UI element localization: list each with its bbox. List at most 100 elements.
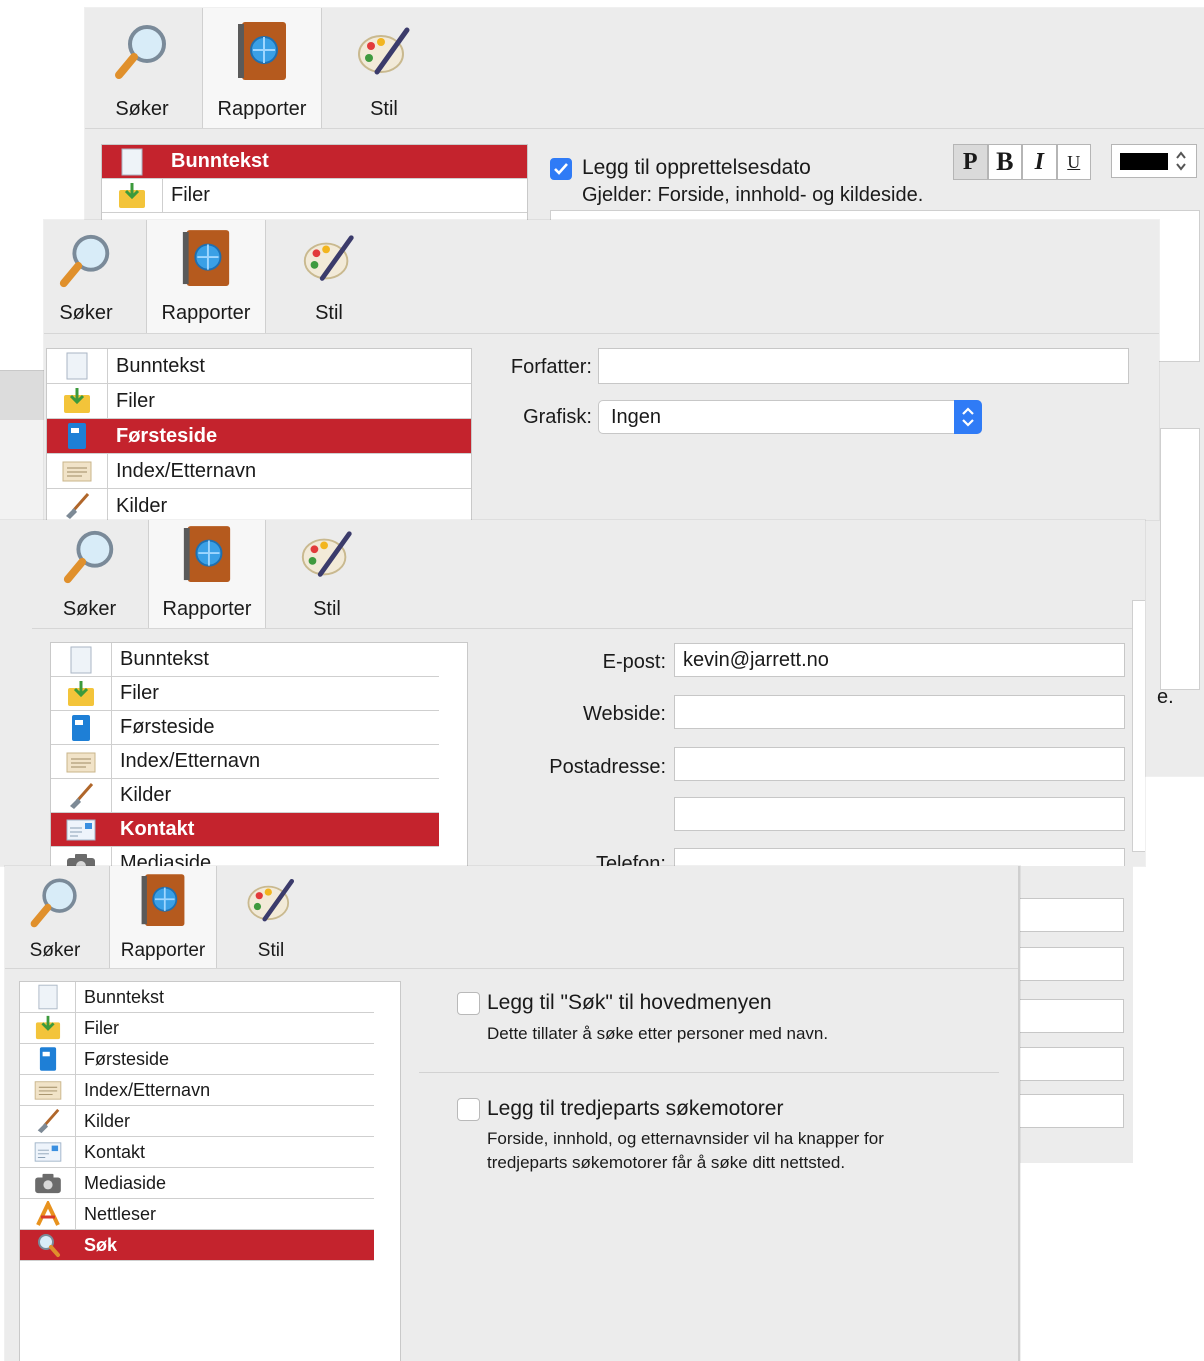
sidebar-item-label: Filer: [171, 184, 210, 206]
sidebar-item-kontakt[interactable]: Kontakt: [20, 1137, 374, 1168]
address-label: Postadresse:: [549, 756, 666, 778]
search-menu-description: Dette tillater å søke etter personer med…: [487, 1024, 829, 1043]
graphic-select[interactable]: Ingen: [598, 400, 982, 434]
toolbar-style-button[interactable]: Stil: [288, 520, 366, 628]
shovel-icon: [70, 782, 94, 809]
graphic-label: Grafisk:: [523, 406, 592, 428]
toolbar-reports-button[interactable]: Rapporter: [146, 220, 266, 333]
toolbar-reports-label: Rapporter: [120, 940, 206, 961]
magnifier-icon: [59, 234, 110, 288]
extra-field-1[interactable]: [1018, 898, 1124, 932]
extra-field-2[interactable]: [1018, 947, 1124, 981]
sidebar-item-sok[interactable]: Søk: [20, 1230, 374, 1261]
footer-text-area-lower[interactable]: [1160, 428, 1200, 690]
sidebar-item-label: Index/Etternavn: [120, 750, 261, 772]
sidebar-item-index[interactable]: Index/Etternavn: [20, 1075, 374, 1106]
camera-icon: [34, 1173, 61, 1194]
search-menu-label: Legg til "Søk" til hovedmenyen: [487, 991, 772, 1014]
toolbar-search-button[interactable]: Søker: [52, 520, 127, 628]
extra-field-5[interactable]: [1018, 1094, 1124, 1128]
toolbar-search-button[interactable]: Søker: [50, 220, 122, 333]
sidebar-item-kilder[interactable]: Kilder: [20, 1106, 374, 1137]
sidebar-item-label: Mediaside: [120, 852, 212, 866]
select-stepper: [954, 400, 982, 434]
toolbar-search-button[interactable]: Søker: [19, 866, 91, 968]
browser-icon: [35, 1201, 60, 1226]
creation-date-label: Legg til opprettelsesdato: [582, 156, 811, 179]
sidebar-item-label: Index/Etternavn: [116, 459, 257, 482]
toolbar-style-button[interactable]: Stil: [235, 866, 307, 968]
toolbar-search-label: Søker: [115, 98, 169, 120]
sidebar-item-forsteside[interactable]: Førsteside: [47, 419, 471, 454]
shovel-icon: [66, 493, 90, 519]
color-picker[interactable]: [1111, 144, 1197, 178]
index-card-icon: [34, 1081, 61, 1100]
sidebar-item-forsteside[interactable]: Førsteside: [51, 711, 439, 745]
sidebar-item-label: Mediaside: [84, 1172, 167, 1193]
report-sidebar-list: Bunntekst Filer Førsteside Index/Etterna…: [46, 348, 472, 520]
website-field[interactable]: [674, 695, 1125, 729]
plain-format-button[interactable]: P: [953, 144, 988, 180]
page-icon: [70, 646, 92, 673]
report-book-icon: [141, 874, 185, 926]
toolbar: Søker Rapporter Stil: [44, 220, 1159, 334]
sidebar-item-forsteside[interactable]: Førsteside: [20, 1044, 374, 1075]
color-swatch: [1120, 153, 1168, 170]
sidebar-item-label: Kilder: [120, 784, 172, 806]
sidebar-item-label: Førsteside: [120, 716, 215, 738]
phone-field[interactable]: [674, 848, 1125, 866]
search-menu-checkbox[interactable]: [457, 992, 480, 1015]
index-card-icon: [66, 752, 96, 772]
sidebar-item-bunntekst[interactable]: Bunntekst: [51, 643, 439, 677]
folder-download-icon: [119, 182, 145, 208]
camera-icon: [67, 853, 95, 866]
sidebar-item-label: Nettleser: [84, 1203, 157, 1224]
sidebar-item-mediaside[interactable]: Mediaside: [20, 1168, 374, 1199]
italic-format-button[interactable]: I: [1022, 144, 1057, 180]
address-field-2[interactable]: [674, 797, 1125, 831]
sidebar-item-filer[interactable]: Filer: [102, 179, 527, 213]
palette-brush-icon: [303, 235, 354, 281]
graphic-select-value: Ingen: [611, 405, 662, 428]
email-label: E-post:: [602, 651, 666, 673]
toolbar-reports-button[interactable]: Rapporter: [202, 8, 322, 128]
report-book-icon: [238, 22, 286, 80]
email-field[interactable]: kevin@jarrett.no: [674, 643, 1125, 677]
sidebar-item-label: Kontakt: [120, 818, 195, 840]
folder-download-icon: [64, 388, 90, 413]
author-field[interactable]: [598, 348, 1129, 384]
sidebar-item-index[interactable]: Index/Etternavn: [51, 745, 439, 779]
palette-brush-icon: [358, 27, 410, 75]
sidebar-item-filer[interactable]: Filer: [47, 384, 471, 419]
sidebar-item-label: Søk: [84, 1234, 118, 1255]
sidebar-item-index[interactable]: Index/Etternavn: [47, 454, 471, 489]
toolbar-search-button[interactable]: Søker: [103, 8, 181, 128]
sidebar-item-kontakt[interactable]: Kontakt: [51, 813, 439, 847]
sidebar-item-nettleser[interactable]: Nettleser: [20, 1199, 374, 1230]
sidebar-item-filer[interactable]: Filer: [51, 677, 439, 711]
toolbar-reports-button[interactable]: Rapporter: [109, 866, 217, 968]
toolbar-search-label: Søker: [62, 598, 117, 620]
magnifier-icon: [115, 25, 166, 79]
sidebar-item-kilder[interactable]: Kilder: [47, 489, 471, 520]
extra-field-3[interactable]: [1018, 999, 1124, 1033]
third-party-checkbox[interactable]: [457, 1098, 480, 1121]
sidebar-item-kilder[interactable]: Kilder: [51, 779, 439, 813]
bold-format-button[interactable]: B: [987, 144, 1022, 180]
sidebar-item-label: Filer: [84, 1017, 119, 1038]
creation-date-checkbox[interactable]: [550, 158, 572, 180]
address-field[interactable]: [674, 747, 1125, 781]
toolbar-style-button[interactable]: Stil: [290, 220, 368, 333]
website-label: Webside:: [582, 703, 666, 725]
report-sidebar-list: Bunntekst Filer Førsteside Index/Etterna…: [19, 981, 401, 1361]
sidebar-item-label: Førsteside: [116, 424, 218, 447]
sidebar-item-mediaside[interactable]: Mediaside: [51, 847, 439, 866]
sidebar-item-bunntekst[interactable]: Bunntekst: [20, 982, 374, 1013]
toolbar-style-button[interactable]: Stil: [345, 8, 423, 128]
extra-field-4[interactable]: [1018, 1047, 1124, 1081]
sidebar-item-bunntekst[interactable]: Bunntekst: [102, 145, 527, 179]
underline-format-button[interactable]: U: [1056, 144, 1091, 180]
sidebar-item-bunntekst[interactable]: Bunntekst: [47, 349, 471, 384]
sidebar-item-filer[interactable]: Filer: [20, 1013, 374, 1044]
toolbar-reports-button[interactable]: Rapporter: [148, 520, 266, 628]
